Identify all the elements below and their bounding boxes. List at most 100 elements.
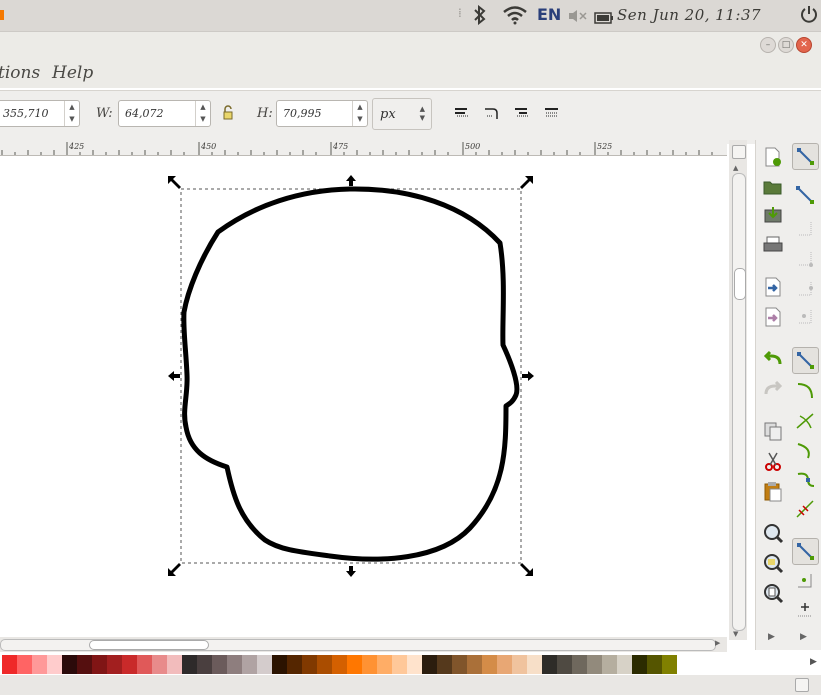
- duplicate-icon[interactable]: [762, 420, 784, 442]
- snap-bbox-corners-icon[interactable]: [794, 248, 816, 270]
- palette-swatch[interactable]: [572, 655, 587, 674]
- palette-swatch[interactable]: [197, 655, 212, 674]
- zoom-page-icon[interactable]: [762, 582, 784, 604]
- import-icon[interactable]: [762, 276, 784, 298]
- power-icon[interactable]: [800, 5, 818, 27]
- palette-swatch[interactable]: [242, 655, 257, 674]
- menu-extensions[interactable]: tions: [0, 63, 40, 83]
- palette-swatch[interactable]: [482, 655, 497, 674]
- palette-swatch[interactable]: [92, 655, 107, 674]
- clock[interactable]: Sen Jun 20, 11:37: [617, 6, 761, 24]
- zoom-correction-icon[interactable]: [732, 145, 746, 159]
- cut-icon[interactable]: [762, 450, 784, 472]
- palette-swatch[interactable]: [167, 655, 182, 674]
- snap-object-centers-icon[interactable]: [794, 570, 816, 592]
- palette-swatch[interactable]: [512, 655, 527, 674]
- palette-swatch[interactable]: [332, 655, 347, 674]
- paste-icon[interactable]: [762, 480, 784, 502]
- snap-bbox-edges-icon[interactable]: [794, 218, 816, 240]
- redo-icon[interactable]: [762, 378, 784, 400]
- scale-stroke-icon[interactable]: [454, 105, 470, 121]
- wifi-icon[interactable]: [502, 5, 528, 29]
- snap-bbox-centers-icon[interactable]: [794, 306, 816, 328]
- snap-smooth-nodes-icon[interactable]: [794, 468, 816, 490]
- height-spin-button[interactable]: ▲ ▼: [352, 101, 367, 126]
- minimize-button[interactable]: –: [760, 37, 776, 53]
- undo-icon[interactable]: [762, 348, 784, 370]
- palette-swatch[interactable]: [122, 655, 137, 674]
- open-file-icon[interactable]: [762, 176, 784, 198]
- y-field[interactable]: 355,710 ▲ ▼: [0, 100, 80, 127]
- enable-snapping-toggle[interactable]: [792, 143, 819, 170]
- palette-swatch[interactable]: [557, 655, 572, 674]
- width-field[interactable]: 64,072 ▲ ▼: [118, 100, 211, 127]
- save-icon[interactable]: [762, 204, 784, 226]
- palette-swatch[interactable]: [662, 655, 677, 674]
- maximize-button[interactable]: □: [778, 37, 794, 53]
- palette-swatch[interactable]: [317, 655, 332, 674]
- palette-swatch[interactable]: [152, 655, 167, 674]
- volume-muted-icon[interactable]: [568, 8, 588, 27]
- palette-swatch[interactable]: [647, 655, 662, 674]
- bluetooth-icon[interactable]: [473, 4, 487, 29]
- palette-swatch[interactable]: [227, 655, 242, 674]
- resize-grip-icon[interactable]: [795, 678, 809, 692]
- vertical-scroll-track[interactable]: [732, 173, 746, 631]
- palette-swatch[interactable]: [632, 655, 647, 674]
- snap-paths-icon[interactable]: [794, 380, 816, 402]
- snap-bbox-icon[interactable]: [794, 184, 816, 206]
- palette-swatch[interactable]: [587, 655, 602, 674]
- battery-icon[interactable]: [594, 9, 614, 28]
- palette-swatch[interactable]: [47, 655, 62, 674]
- palette-swatch[interactable]: [257, 655, 272, 674]
- palette-swatch[interactable]: [272, 655, 287, 674]
- y-spin-button[interactable]: ▲ ▼: [64, 101, 79, 126]
- palette-swatch[interactable]: [527, 655, 542, 674]
- width-spin-button[interactable]: ▲ ▼: [195, 101, 210, 126]
- palette-swatch[interactable]: [347, 655, 362, 674]
- more-snap-arrow-icon[interactable]: ▶: [800, 632, 807, 642]
- drawing-canvas[interactable]: [0, 157, 727, 635]
- print-icon[interactable]: [762, 234, 784, 256]
- palette-swatch[interactable]: [32, 655, 47, 674]
- palette-swatch[interactable]: [467, 655, 482, 674]
- palette-swatch[interactable]: [17, 655, 32, 674]
- palette-swatch[interactable]: [497, 655, 512, 674]
- palette-swatch[interactable]: [62, 655, 77, 674]
- snap-rotation-center-icon[interactable]: [794, 598, 816, 620]
- horizontal-scroll-thumb[interactable]: [89, 640, 209, 650]
- snap-midpoints-icon[interactable]: [794, 498, 816, 520]
- palette-swatch[interactable]: [77, 655, 92, 674]
- height-field[interactable]: 70,995 ▲ ▼: [276, 100, 368, 127]
- head-outline-path[interactable]: [181, 186, 520, 562]
- palette-swatch[interactable]: [602, 655, 617, 674]
- snap-intersections-icon[interactable]: [794, 410, 816, 432]
- vertical-scrollbar[interactable]: ▲ ▼: [729, 140, 747, 640]
- palette-swatch[interactable]: [137, 655, 152, 674]
- export-icon[interactable]: [762, 306, 784, 328]
- transform-patterns-icon[interactable]: [544, 105, 560, 121]
- zoom-selection-icon[interactable]: [762, 522, 784, 544]
- palette-swatch[interactable]: [302, 655, 317, 674]
- palette-swatch[interactable]: [437, 655, 452, 674]
- palette-swatch[interactable]: [362, 655, 377, 674]
- zoom-drawing-icon[interactable]: [762, 552, 784, 574]
- snap-nodes-toggle[interactable]: [792, 347, 819, 374]
- unit-select[interactable]: px ▲ ▼: [372, 98, 432, 130]
- vertical-scroll-thumb[interactable]: [734, 268, 746, 300]
- palette-swatch[interactable]: [392, 655, 407, 674]
- scroll-right-arrow-icon[interactable]: ▶: [715, 639, 720, 647]
- lock-icon[interactable]: [221, 105, 237, 121]
- palette-swatch[interactable]: [287, 655, 302, 674]
- palette-swatch[interactable]: [377, 655, 392, 674]
- menu-help[interactable]: Help: [52, 63, 93, 83]
- snap-others-toggle[interactable]: [792, 538, 819, 565]
- horizontal-scroll-track[interactable]: [0, 639, 716, 651]
- snap-bbox-midpoints-icon[interactable]: [794, 278, 816, 300]
- scroll-up-arrow-icon[interactable]: ▲: [733, 164, 738, 172]
- palette-swatch[interactable]: [542, 655, 557, 674]
- palette-swatch[interactable]: [212, 655, 227, 674]
- palette-scroll-arrow-icon[interactable]: ▶: [810, 657, 817, 667]
- palette-swatch[interactable]: [617, 655, 632, 674]
- palette-swatch[interactable]: [2, 655, 17, 674]
